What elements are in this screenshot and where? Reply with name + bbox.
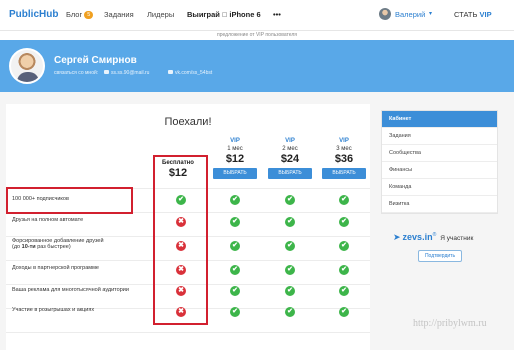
page-title: Поехали! — [164, 116, 212, 128]
check-icon: ✔ — [339, 307, 349, 317]
feature-highlight-box — [6, 187, 133, 214]
check-icon: ✔ — [285, 217, 295, 227]
nav-blog-label: Блог — [66, 10, 83, 19]
sidebar-item-finances[interactable]: Финансы — [382, 162, 497, 179]
plan-vip-3: VIP 3 мес $36 ВЫБРАТЬ — [322, 137, 366, 179]
plan-period: 2 мес — [282, 146, 298, 152]
select-plan-button[interactable]: ВЫБРАТЬ — [268, 168, 312, 179]
sidebar-item-tasks[interactable]: Задания — [382, 128, 497, 145]
mail-icon — [104, 70, 109, 74]
plan-vip-label: VIP — [285, 138, 295, 144]
plan-period: 1 мес — [227, 146, 243, 152]
sidebar-item-team[interactable]: Команда — [382, 179, 497, 196]
check-icon: ✔ — [339, 217, 349, 227]
vip-label: VIP — [479, 10, 492, 19]
partner-badge: ➤ zevs.in® Я участник — [393, 232, 473, 243]
vk-text: vk.com/ss_54bst — [175, 70, 213, 76]
row-divider — [6, 332, 370, 333]
become-vip-link[interactable]: СТАТЬ VIP — [454, 10, 492, 19]
feature-label-suffix: раз быстрее) — [35, 244, 71, 250]
check-icon: ✔ — [285, 286, 295, 296]
nav-leaders[interactable]: Лидеры — [147, 10, 174, 19]
feature-label-bold: 10-ти — [21, 244, 36, 250]
blog-count-badge: 5 — [84, 11, 94, 19]
check-icon: ✔ — [339, 195, 349, 205]
plan-price: $12 — [225, 153, 245, 165]
feature-label-prefix: (до — [12, 244, 22, 250]
profile-avatar — [9, 48, 45, 84]
check-icon: ✔ — [230, 265, 240, 275]
feature-label: Участие в розыгрышах и акциях — [12, 307, 95, 313]
plan-vip-1: VIP 1 мес $12 ВЫБРАТЬ — [213, 137, 257, 179]
top-navbar: PublicHub Блог5 Задания Лидеры Выиграй … — [0, 0, 514, 30]
nav-blog[interactable]: Блог 5 — [66, 10, 94, 19]
check-icon: ✔ — [285, 195, 295, 205]
profile-email[interactable]: ss.ss.90@mail.ru — [104, 70, 149, 76]
sidebar-item-communities[interactable]: Сообщества — [382, 145, 497, 162]
apple-icon:  — [222, 12, 227, 19]
check-icon: ✔ — [230, 286, 240, 296]
profile-vk[interactable]: vk.com/ss_54bst — [168, 70, 212, 76]
promo-item: iPhone 6 — [222, 10, 260, 19]
nav-promo-iphone[interactable]: Выиграй  iPhone 6 — [187, 10, 261, 19]
check-icon: ✔ — [339, 286, 349, 296]
promo-label: Выиграй — [187, 10, 220, 19]
email-text: ss.ss.90@mail.ru — [111, 70, 150, 76]
registered-mark: ® — [432, 232, 437, 238]
plan-period: 3 мес — [336, 146, 352, 152]
zevs-logo: zevs.in — [402, 232, 433, 242]
plan-vip-label: VIP — [339, 138, 349, 144]
select-plan-button[interactable]: ВЫБРАТЬ — [322, 168, 366, 179]
check-icon: ✔ — [230, 217, 240, 227]
chevron-down-icon[interactable]: ▾ — [429, 10, 432, 17]
profile-header: Сергей Смирнов связаться со мной: ss.ss.… — [0, 40, 514, 92]
user-avatar[interactable] — [379, 8, 391, 20]
user-menu-name[interactable]: Валерий — [395, 10, 425, 19]
nav-tasks[interactable]: Задания — [104, 10, 134, 19]
check-icon: ✔ — [230, 195, 240, 205]
become-label: СТАТЬ — [454, 10, 478, 19]
check-icon: ✔ — [285, 265, 295, 275]
check-icon: ✔ — [339, 265, 349, 275]
select-plan-button[interactable]: ВЫБРАТЬ — [213, 168, 257, 179]
plan-price: $36 — [334, 153, 354, 165]
site-logo[interactable]: PublicHub — [9, 9, 58, 20]
feature-label: Друзья на полном автомате — [12, 217, 84, 223]
check-icon: ✔ — [230, 241, 240, 251]
sidebar-item-card[interactable]: Визитка — [382, 196, 497, 213]
sidebar-item-cabinet[interactable]: Кабинет — [382, 111, 497, 128]
profile-name: Сергей Смирнов — [54, 55, 137, 66]
zevs-logo-icon: ➤ — [393, 232, 401, 242]
sidebar-menu: Кабинет Задания Сообщества Финансы Коман… — [381, 110, 498, 214]
vip-offer-bar[interactable]: предложение от VIP пользователя — [0, 30, 514, 40]
pricing-panel: Поехали! Бесплатно $12 VIP 1 мес $12 ВЫБ… — [6, 104, 370, 350]
nav-more-icon[interactable]: ••• — [273, 10, 281, 19]
check-icon: ✔ — [285, 307, 295, 317]
check-icon: ✔ — [230, 307, 240, 317]
watermark: http://pribylwm.ru — [413, 318, 487, 329]
plan-vip-label: VIP — [230, 138, 240, 144]
feature-label: Доходы в партнерской программе — [12, 265, 99, 271]
partner-text: Я участник — [440, 235, 474, 242]
confirm-button[interactable]: Подтвердить — [418, 250, 462, 262]
contact-label: связаться со мной: — [54, 70, 99, 76]
feature-label: Ваша реклама для многотысячной аудитории — [12, 287, 129, 293]
feature-label: Форсированное добавление друзей (до 10-ти… — [12, 238, 104, 250]
vk-icon — [168, 70, 173, 74]
check-icon: ✔ — [339, 241, 349, 251]
plan-price: $24 — [280, 153, 300, 165]
plan-vip-2: VIP 2 мес $24 ВЫБРАТЬ — [268, 137, 312, 179]
free-column-highlight-box — [153, 155, 208, 325]
check-icon: ✔ — [285, 241, 295, 251]
